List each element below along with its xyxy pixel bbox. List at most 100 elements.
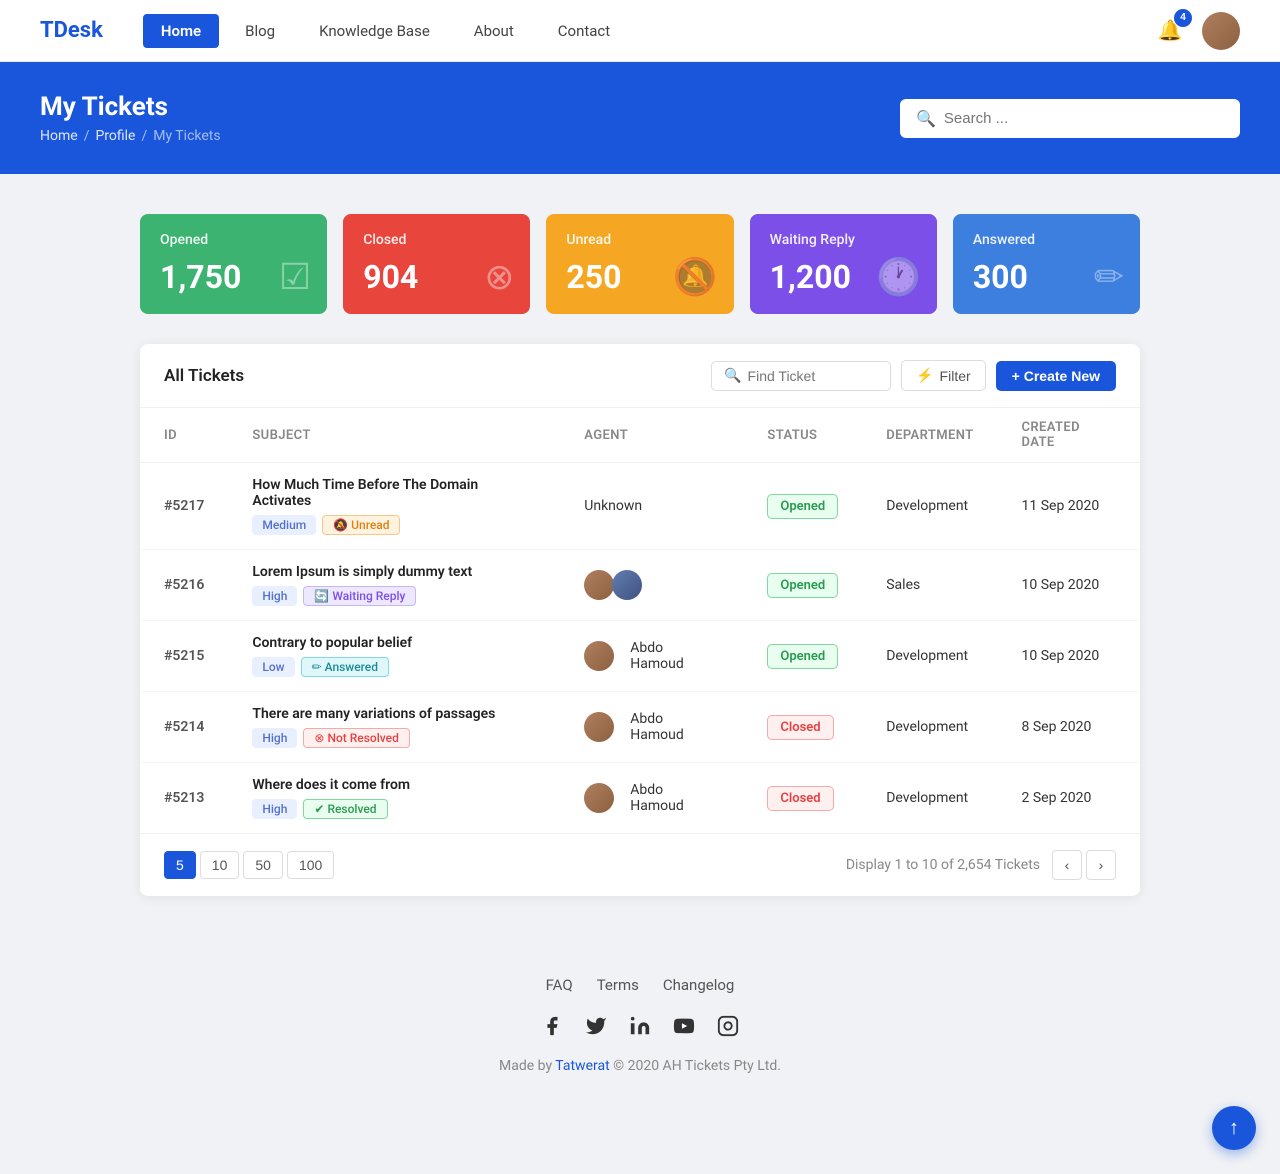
notification-button[interactable]: 🔔 4 — [1152, 13, 1188, 49]
department-name: Development — [886, 648, 968, 664]
ticket-id: #5214 — [164, 719, 204, 735]
ticket-tags: High ⊗ Not Resolved — [252, 728, 536, 748]
facebook-icon[interactable] — [540, 1014, 564, 1038]
stat-opened-label: Opened — [160, 232, 307, 248]
nav-knowledge-base[interactable]: Knowledge Base — [301, 14, 448, 48]
nav-home[interactable]: Home — [143, 14, 219, 48]
footer-socials — [20, 1014, 1260, 1038]
created-date: 11 Sep 2020 — [1022, 498, 1100, 514]
next-page-button[interactable]: › — [1086, 850, 1116, 880]
page-title: My Tickets — [40, 92, 221, 122]
department-name: Development — [886, 790, 968, 806]
filter-label: Filter — [940, 368, 971, 384]
page-size-100[interactable]: 100 — [287, 851, 334, 879]
table-body: #5217 How Much Time Before The Domain Ac… — [140, 463, 1140, 834]
user-avatar[interactable] — [1202, 12, 1240, 50]
agent-name: Abdo Hamoud — [630, 782, 719, 814]
ticket-id: #5217 — [164, 498, 204, 514]
tag-high: High — [252, 728, 297, 748]
created-date: 10 Sep 2020 — [1022, 648, 1100, 664]
twitter-icon[interactable] — [584, 1014, 608, 1038]
ticket-table: ID Subject Agent Status Department Creat… — [140, 408, 1140, 833]
created-date: 8 Sep 2020 — [1022, 719, 1092, 735]
table-row: #5217 How Much Time Before The Domain Ac… — [140, 463, 1140, 550]
hero-left: My Tickets Home / Profile / My Tickets — [40, 92, 221, 144]
agent-cell: Abdo Hamoud — [584, 640, 719, 672]
page-size-50[interactable]: 50 — [243, 851, 283, 879]
ticket-tags: Medium 🔕 Unread — [252, 515, 536, 535]
prev-page-button[interactable]: ‹ — [1052, 850, 1082, 880]
stat-card-waiting[interactable]: Waiting Reply 1,200 🕐 — [750, 214, 937, 314]
created-date: 2 Sep 2020 — [1022, 790, 1092, 806]
nav-contact[interactable]: Contact — [540, 14, 628, 48]
table-row: #5214 There are many variations of passa… — [140, 692, 1140, 763]
filter-button[interactable]: ⚡ Filter — [901, 360, 986, 391]
ticket-id: #5215 — [164, 648, 204, 664]
nav-blog[interactable]: Blog — [227, 14, 293, 48]
instagram-icon[interactable] — [716, 1014, 740, 1038]
youtube-icon[interactable] — [672, 1014, 696, 1038]
col-date: Created Date — [998, 408, 1141, 463]
breadcrumb: Home / Profile / My Tickets — [40, 128, 221, 144]
stat-card-unread[interactable]: Unread 250 🔕 — [546, 214, 733, 314]
stat-card-closed[interactable]: Closed 904 ⊗ — [343, 214, 530, 314]
agent-cell: Abdo Hamoud — [584, 711, 719, 743]
footer-faq[interactable]: FAQ — [546, 976, 573, 994]
breadcrumb-home[interactable]: Home — [40, 128, 78, 144]
agent-cell — [584, 570, 719, 600]
page-size-10[interactable]: 10 — [200, 851, 240, 879]
nav-links: Home Blog Knowledge Base About Contact — [143, 14, 1152, 48]
create-button[interactable]: + Create New — [996, 361, 1116, 391]
footer-brand-link[interactable]: Tatwerat — [555, 1058, 609, 1074]
table-row: #5216 Lorem Ipsum is simply dummy text H… — [140, 550, 1140, 621]
ticket-card: All Tickets 🔍 ⚡ Filter + Create New ID — [140, 344, 1140, 896]
brand-logo[interactable]: TDesk — [40, 18, 103, 43]
tag-answered: ✏ Answered — [301, 657, 389, 677]
agent-avatar — [584, 641, 614, 671]
department-name: Sales — [886, 577, 920, 593]
agent-name: Abdo Hamoud — [630, 640, 719, 672]
tag-low: Low — [252, 657, 294, 677]
tag-high: High — [252, 586, 297, 606]
find-ticket-input[interactable] — [748, 368, 879, 384]
tag-resolved: ✔ Resolved — [303, 799, 387, 819]
create-label: + Create New — [1012, 368, 1100, 384]
tag-high: High — [252, 799, 297, 819]
ticket-id: #5216 — [164, 577, 204, 593]
ticket-tags: High ✔ Resolved — [252, 799, 536, 819]
agent-cell: Abdo Hamoud — [584, 782, 719, 814]
agent-name: Abdo Hamoud — [630, 711, 719, 743]
col-agent: Agent — [560, 408, 743, 463]
navbar: TDesk Home Blog Knowledge Base About Con… — [0, 0, 1280, 62]
tag-medium: Medium — [252, 515, 316, 535]
col-status: Status — [743, 408, 862, 463]
stat-card-opened[interactable]: Opened 1,750 ☑ — [140, 214, 327, 314]
agent-name: Unknown — [584, 498, 642, 514]
nav-about[interactable]: About — [456, 14, 532, 48]
page-size-5[interactable]: 5 — [164, 851, 196, 879]
linkedin-icon[interactable] — [628, 1014, 652, 1038]
footer-copy: Made by Tatwerat © 2020 AH Tickets Pty L… — [20, 1058, 1260, 1074]
department-name: Development — [886, 719, 968, 735]
status-badge: Closed — [767, 715, 833, 740]
table-row: #5215 Contrary to popular belief Low ✏ A… — [140, 621, 1140, 692]
tag-unread: 🔕 Unread — [322, 515, 400, 535]
footer-changelog[interactable]: Changelog — [663, 976, 734, 994]
col-department: Department — [862, 408, 997, 463]
search-box: 🔍 — [900, 99, 1240, 138]
tag-notresolved: ⊗ Not Resolved — [303, 728, 409, 748]
footer-terms[interactable]: Terms — [597, 976, 639, 994]
footer-links: FAQ Terms Changelog — [20, 976, 1260, 994]
table-head: ID Subject Agent Status Department Creat… — [140, 408, 1140, 463]
notification-badge: 4 — [1174, 9, 1192, 27]
search-icon: 🔍 — [916, 109, 936, 128]
status-badge: Opened — [767, 644, 838, 669]
scroll-top-button[interactable]: ↑ — [1212, 1106, 1256, 1150]
main-content: Opened 1,750 ☑ Closed 904 ⊗ Unread 250 🔕… — [120, 214, 1160, 896]
stat-cards: Opened 1,750 ☑ Closed 904 ⊗ Unread 250 🔕… — [140, 214, 1140, 314]
ticket-tags: Low ✏ Answered — [252, 657, 536, 677]
stat-card-answered[interactable]: Answered 300 ✏ — [953, 214, 1140, 314]
search-input[interactable] — [944, 110, 1224, 127]
nav-right: 🔔 4 — [1152, 12, 1240, 50]
breadcrumb-profile[interactable]: Profile — [95, 128, 135, 144]
